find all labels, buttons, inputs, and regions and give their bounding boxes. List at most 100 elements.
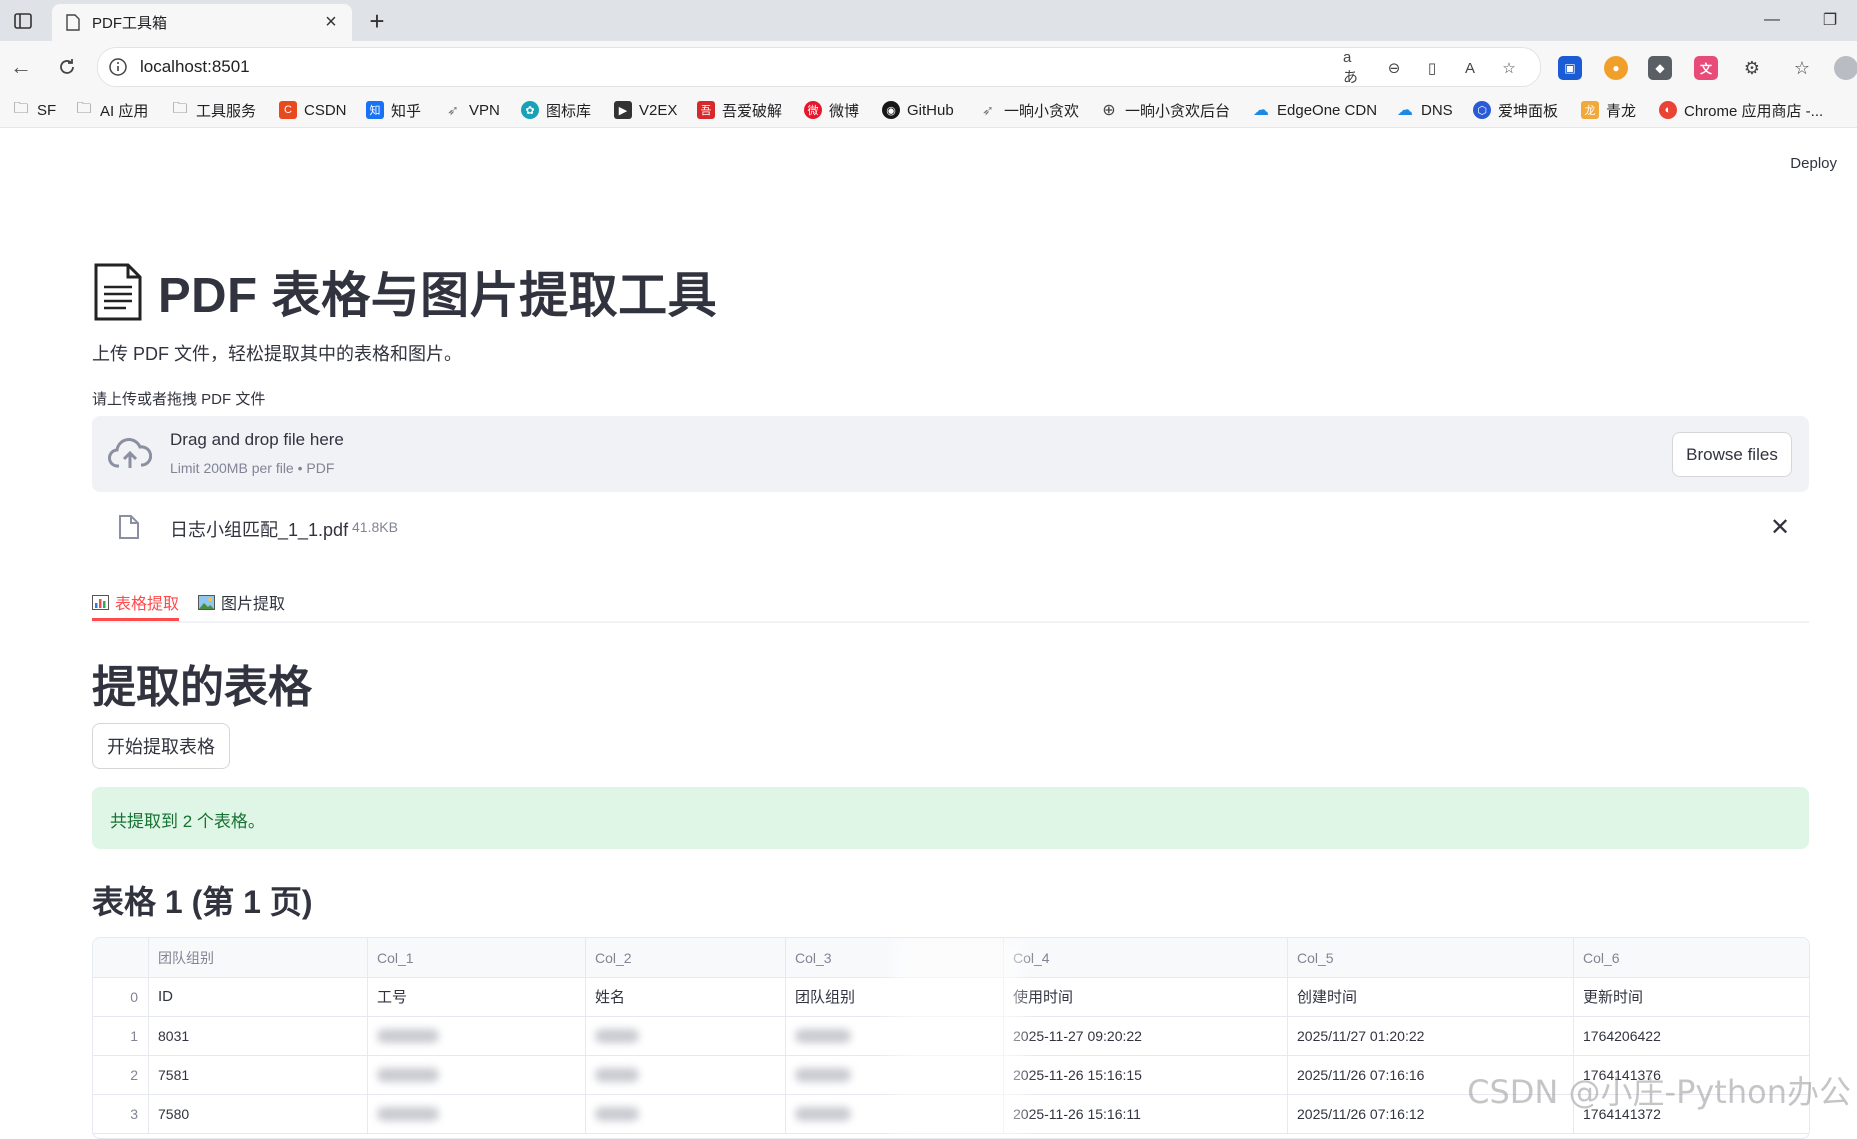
table-cell[interactable]: 使用时间 bbox=[1004, 977, 1288, 1016]
redacted-cell[interactable] bbox=[368, 1016, 586, 1055]
redacted-cell[interactable] bbox=[586, 1094, 786, 1133]
bookmark-52pojie[interactable]: 吾吾爱破解 bbox=[697, 100, 782, 120]
extension-color-icon[interactable]: ● bbox=[1604, 56, 1628, 80]
deploy-button[interactable]: Deploy bbox=[1790, 155, 1837, 172]
redacted-value bbox=[595, 1028, 639, 1043]
page-icon bbox=[64, 14, 82, 32]
minimize-icon[interactable]: — bbox=[1752, 4, 1792, 36]
bookmark-qinglong[interactable]: 龙青龙 bbox=[1581, 100, 1636, 120]
uploaded-file: 日志小组匹配_1_1.pdf 41.8KB ✕ bbox=[92, 508, 1809, 548]
extensions-puzzle-icon[interactable]: ⚙ bbox=[1740, 56, 1764, 80]
browser-toolbar: ← localhost:8501 aあ ⊖ ▯ A ☆ ▣ ● ◆ 文 ⚙ ☆ bbox=[0, 41, 1857, 93]
bookmark-tools[interactable]: 🗀 工具服务 bbox=[171, 100, 256, 120]
reload-icon[interactable] bbox=[52, 52, 82, 82]
active-tab-indicator bbox=[92, 618, 179, 621]
table-cell[interactable]: ID bbox=[149, 977, 368, 1016]
read-aloud-icon[interactable]: A bbox=[1459, 57, 1481, 79]
tab-table-extract[interactable]: 表格提取 bbox=[92, 587, 179, 617]
redacted-cell[interactable] bbox=[368, 1094, 586, 1133]
bookmark-sf[interactable]: 🗀 SF bbox=[12, 100, 56, 120]
browser-tab[interactable]: PDF工具箱 × bbox=[52, 4, 352, 41]
bookmark-v2ex[interactable]: ▶ V2EX bbox=[614, 100, 677, 120]
uploader-label: 请上传或者拖拽 PDF 文件 bbox=[92, 391, 266, 408]
bookmark-dns[interactable]: ☁ DNS bbox=[1396, 100, 1453, 120]
page-title-text: PDF 表格与图片提取工具 bbox=[158, 269, 718, 323]
bookmark-blog[interactable]: ➶ 一晌小贪欢 bbox=[979, 100, 1079, 120]
dropzone-instructions: Drag and drop file here bbox=[170, 430, 344, 449]
restore-icon[interactable]: ❐ bbox=[1810, 4, 1850, 36]
redacted-cell[interactable] bbox=[586, 1016, 786, 1055]
extension-pink-icon[interactable]: 文 bbox=[1694, 56, 1718, 80]
bookmark-iconlib[interactable]: ✿ 图标库 bbox=[521, 100, 591, 120]
table-cell[interactable]: 1764206422 bbox=[1574, 1016, 1809, 1055]
table-header-cell[interactable]: Col_2 bbox=[586, 938, 786, 977]
bookmark-ai[interactable]: 🗀 AI 应用 bbox=[75, 100, 148, 120]
favorites-icon[interactable]: ☆ bbox=[1790, 56, 1814, 80]
page-title: PDF 表格与图片提取工具 bbox=[92, 256, 717, 327]
favorite-star-icon[interactable]: ☆ bbox=[1498, 57, 1520, 79]
redacted-value bbox=[795, 1028, 851, 1043]
remove-file-icon[interactable]: ✕ bbox=[1767, 514, 1793, 541]
profile-avatar[interactable] bbox=[1834, 56, 1857, 80]
close-tab-icon[interactable]: × bbox=[320, 11, 342, 34]
address-bar[interactable]: localhost:8501 aあ ⊖ ▯ A ☆ bbox=[97, 47, 1541, 87]
new-tab-icon[interactable]: + bbox=[362, 6, 392, 36]
row-index: 2 bbox=[93, 1055, 149, 1094]
success-alert: 共提取到 2 个表格。 bbox=[92, 787, 1809, 849]
table-header-cell bbox=[93, 938, 149, 977]
weibo-icon: 微 bbox=[804, 101, 822, 119]
zoom-icon[interactable]: ⊖ bbox=[1383, 57, 1405, 79]
table-cell[interactable]: 7580 bbox=[149, 1094, 368, 1133]
table-cell[interactable]: 创建时间 bbox=[1288, 977, 1574, 1016]
browser-tab-strip: PDF工具箱 × + — ❐ bbox=[0, 0, 1857, 41]
extension-blue-icon[interactable]: ▣ bbox=[1558, 56, 1582, 80]
zhihu-icon: 知 bbox=[366, 101, 384, 119]
redacted-value bbox=[377, 1028, 439, 1043]
extension-shield-icon[interactable]: ◆ bbox=[1648, 56, 1672, 80]
tab-image-extract[interactable]: 图片提取 bbox=[198, 587, 285, 617]
back-icon[interactable]: ← bbox=[6, 52, 36, 82]
table-cell[interactable]: 2025-11-26 15:16:15 bbox=[1004, 1055, 1288, 1094]
browse-files-button[interactable]: Browse files bbox=[1672, 432, 1792, 477]
csdn-icon: C bbox=[279, 101, 297, 119]
table-cell[interactable]: 工号 bbox=[368, 977, 586, 1016]
table-cell[interactable]: 2025-11-27 09:20:22 bbox=[1004, 1016, 1288, 1055]
redacted-cell[interactable] bbox=[368, 1055, 586, 1094]
bookmark-blog-admin[interactable]: ⊕ 一晌小贪欢后台 bbox=[1100, 100, 1230, 120]
bookmark-csdn[interactable]: C CSDN bbox=[279, 100, 347, 120]
table-header-cell[interactable]: 团队组别 bbox=[149, 938, 368, 977]
page-subtitle: 上传 PDF 文件，轻松提取其中的表格和图片。 bbox=[92, 344, 463, 364]
table-cell[interactable]: 8031 bbox=[149, 1016, 368, 1055]
dropzone-limit: Limit 200MB per file • PDF bbox=[170, 460, 335, 476]
redacted-cell[interactable] bbox=[586, 1055, 786, 1094]
reader-icon[interactable]: ▯ bbox=[1421, 57, 1443, 79]
bookmark-panel[interactable]: ⬡ 爱坤面板 bbox=[1473, 100, 1558, 120]
table-header-cell[interactable]: Col_6 bbox=[1574, 938, 1809, 977]
file-size: 41.8KB bbox=[352, 519, 398, 535]
table-header-cell[interactable]: Col_1 bbox=[368, 938, 586, 977]
redacted-value bbox=[377, 1106, 439, 1121]
table-header-cell[interactable]: Col_5 bbox=[1288, 938, 1574, 977]
sidebar-toggle-icon[interactable] bbox=[10, 8, 36, 34]
table-header-cell[interactable]: Col_4 bbox=[1004, 938, 1288, 977]
extract-tables-button[interactable]: 开始提取表格 bbox=[92, 723, 230, 769]
github-icon: ◉ bbox=[882, 101, 900, 119]
bookmark-zhihu[interactable]: 知知乎 bbox=[366, 100, 421, 120]
bookmark-github[interactable]: ◉ GitHub bbox=[882, 100, 954, 120]
bookmark-weibo[interactable]: 微微博 bbox=[804, 100, 859, 120]
table-cell[interactable]: 2025/11/27 01:20:22 bbox=[1288, 1016, 1574, 1055]
bookmark-edgeone[interactable]: ☁ EdgeOne CDN bbox=[1252, 100, 1377, 120]
table-cell[interactable]: 姓名 bbox=[586, 977, 786, 1016]
bookmark-chrome-store[interactable]: ◐ Chrome 应用商店 -... bbox=[1659, 100, 1823, 120]
52pojie-icon: 吾 bbox=[697, 101, 715, 119]
table-cell[interactable]: 7581 bbox=[149, 1055, 368, 1094]
bookmark-vpn[interactable]: ➶ VPN bbox=[444, 100, 500, 120]
table-cell[interactable]: 更新时间 bbox=[1574, 977, 1809, 1016]
translate-icon[interactable]: aあ bbox=[1343, 49, 1365, 86]
table-cell[interactable]: 2025-11-26 15:16:11 bbox=[1004, 1094, 1288, 1133]
file-dropzone[interactable]: Drag and drop file here Limit 200MB per … bbox=[92, 416, 1809, 492]
site-info-icon[interactable] bbox=[108, 57, 128, 77]
qinglong-icon: 龙 bbox=[1581, 101, 1599, 119]
chrome-store-icon: ◐ bbox=[1659, 101, 1677, 119]
bar-chart-icon bbox=[92, 594, 109, 610]
